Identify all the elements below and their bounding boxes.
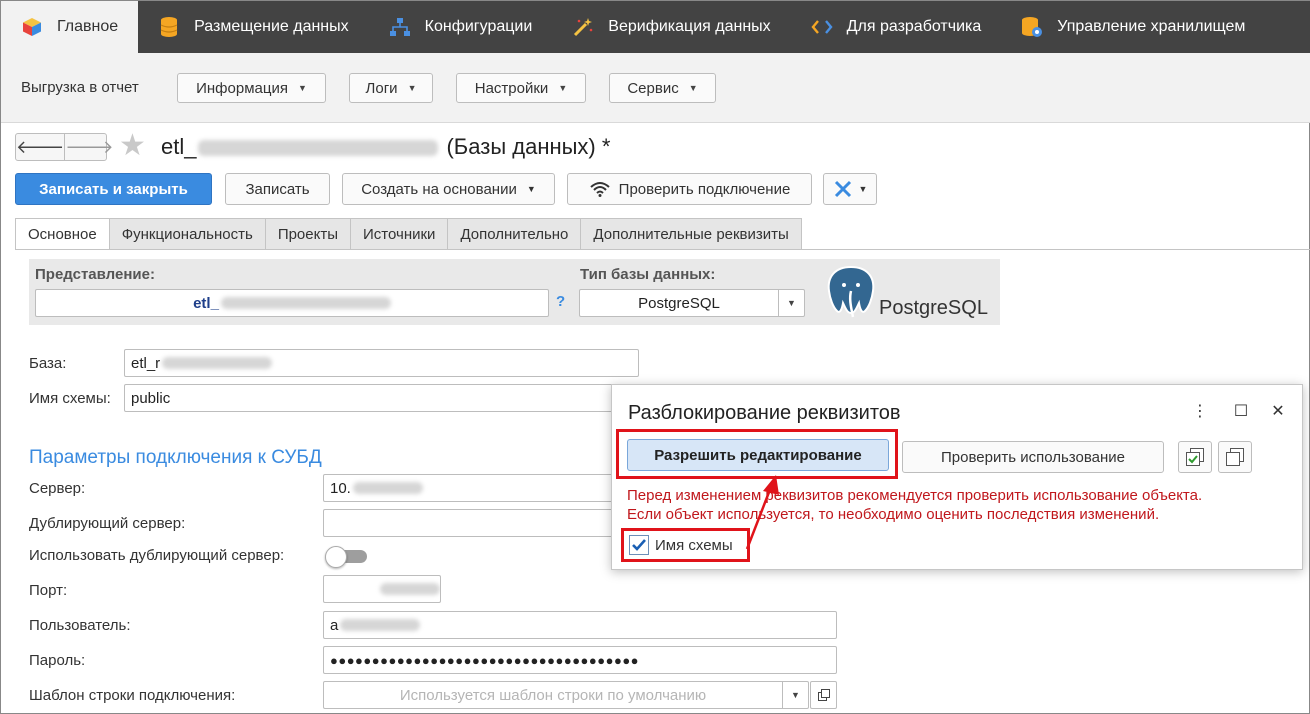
annotation-arrow [745,475,779,550]
